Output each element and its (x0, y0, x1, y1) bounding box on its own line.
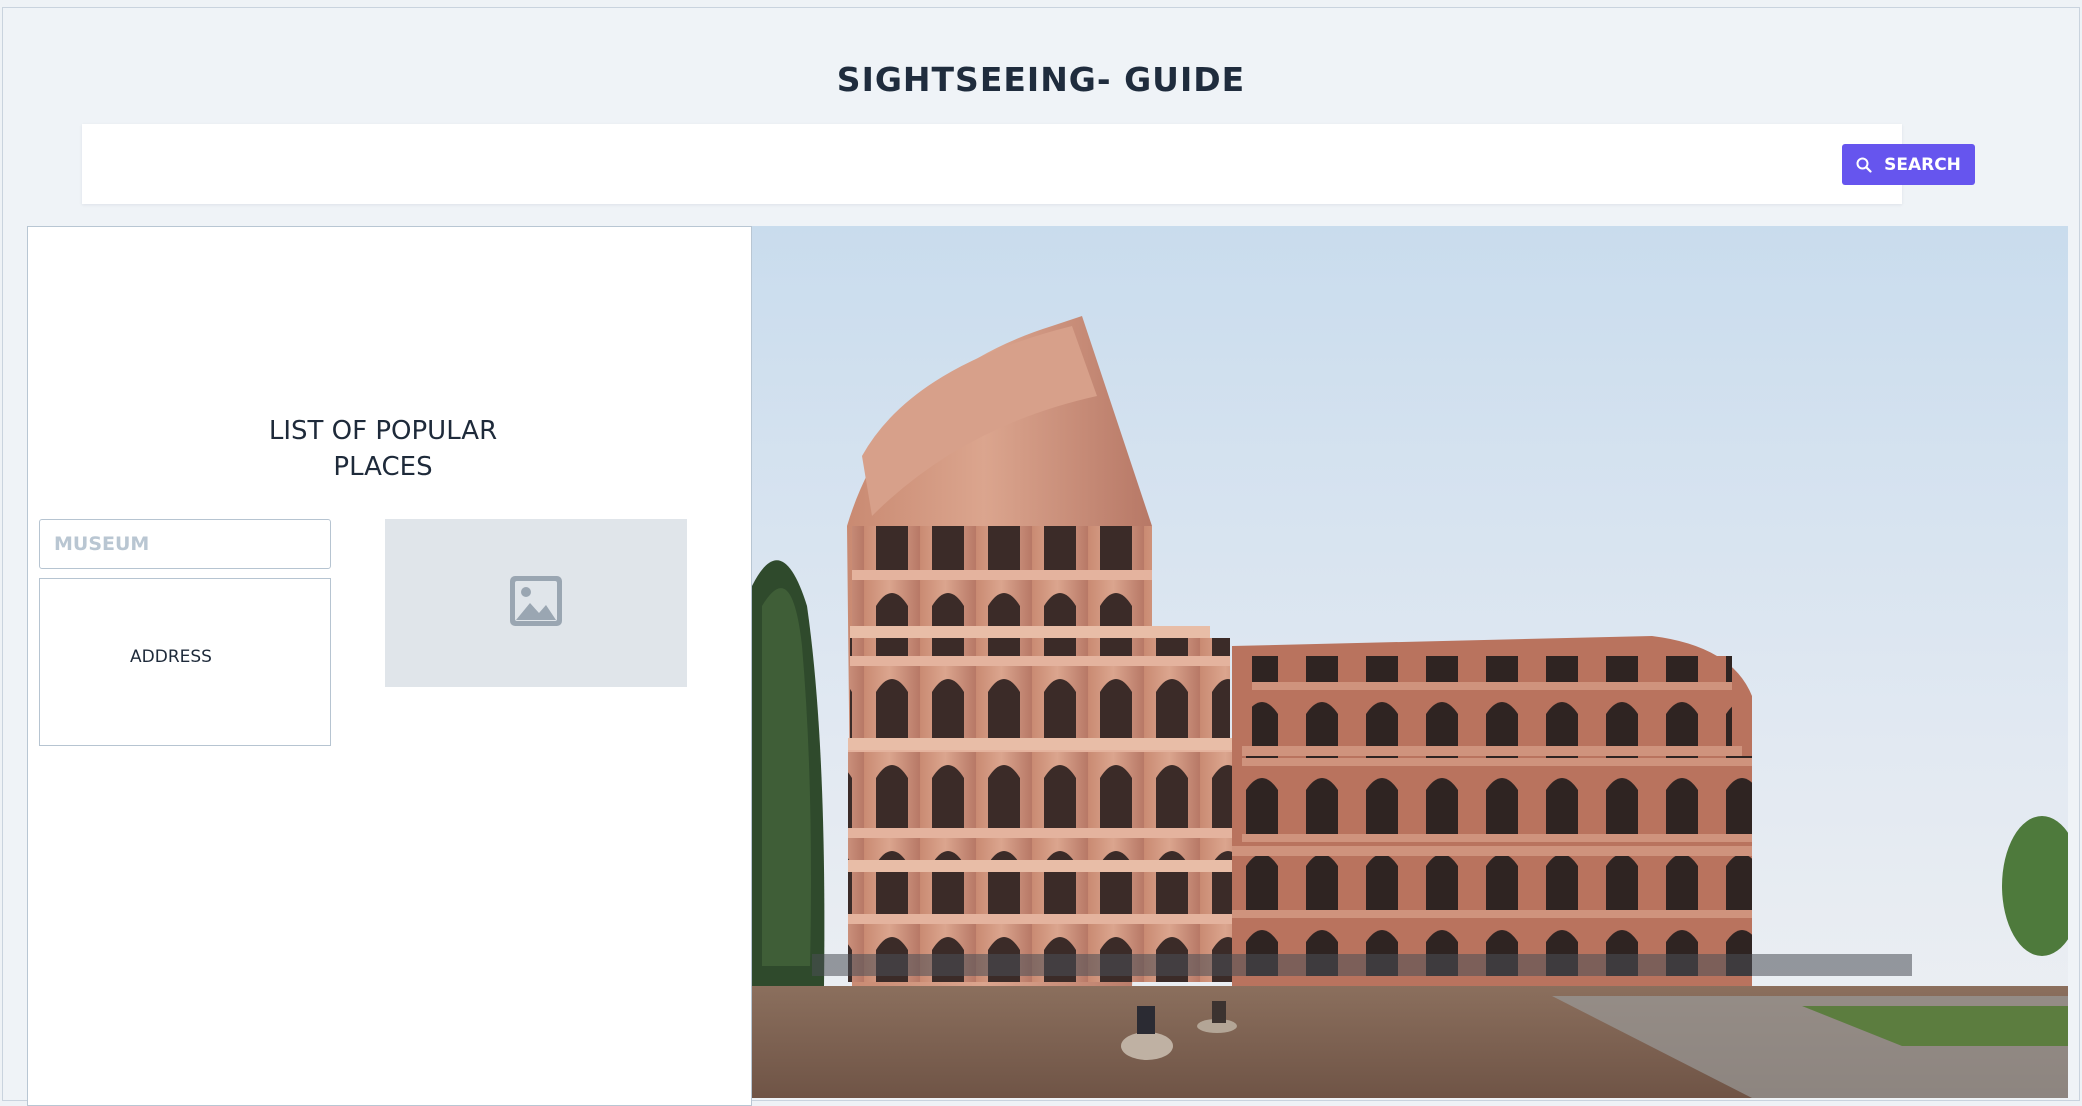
address-label: ADDRESS (130, 647, 212, 667)
search-button[interactable]: SEARCH (1842, 144, 1975, 185)
search-bar: SEARCH (82, 124, 1975, 204)
panel-title-line1: LIST OF POPULAR (268, 416, 498, 446)
panel-title: LIST OF POPULAR PLACES (28, 413, 738, 485)
image-placeholder (385, 519, 687, 687)
address-box: ADDRESS (39, 578, 331, 746)
museum-field[interactable] (39, 519, 331, 569)
page-title: SIGHTSEEING- GUIDE (836, 60, 1246, 99)
search-input[interactable] (82, 124, 1822, 204)
colosseum-photo (752, 226, 2068, 1098)
image-icon (510, 576, 562, 630)
search-icon (1856, 157, 1872, 173)
search-button-label: SEARCH (1884, 154, 1961, 175)
app-frame: SIGHTSEEING- GUIDE SEARCH LIST OF POPULA… (2, 7, 2080, 1106)
panel-title-line2: PLACES (333, 452, 433, 482)
popular-places-panel: LIST OF POPULAR PLACES ADDRESS (27, 226, 752, 1106)
